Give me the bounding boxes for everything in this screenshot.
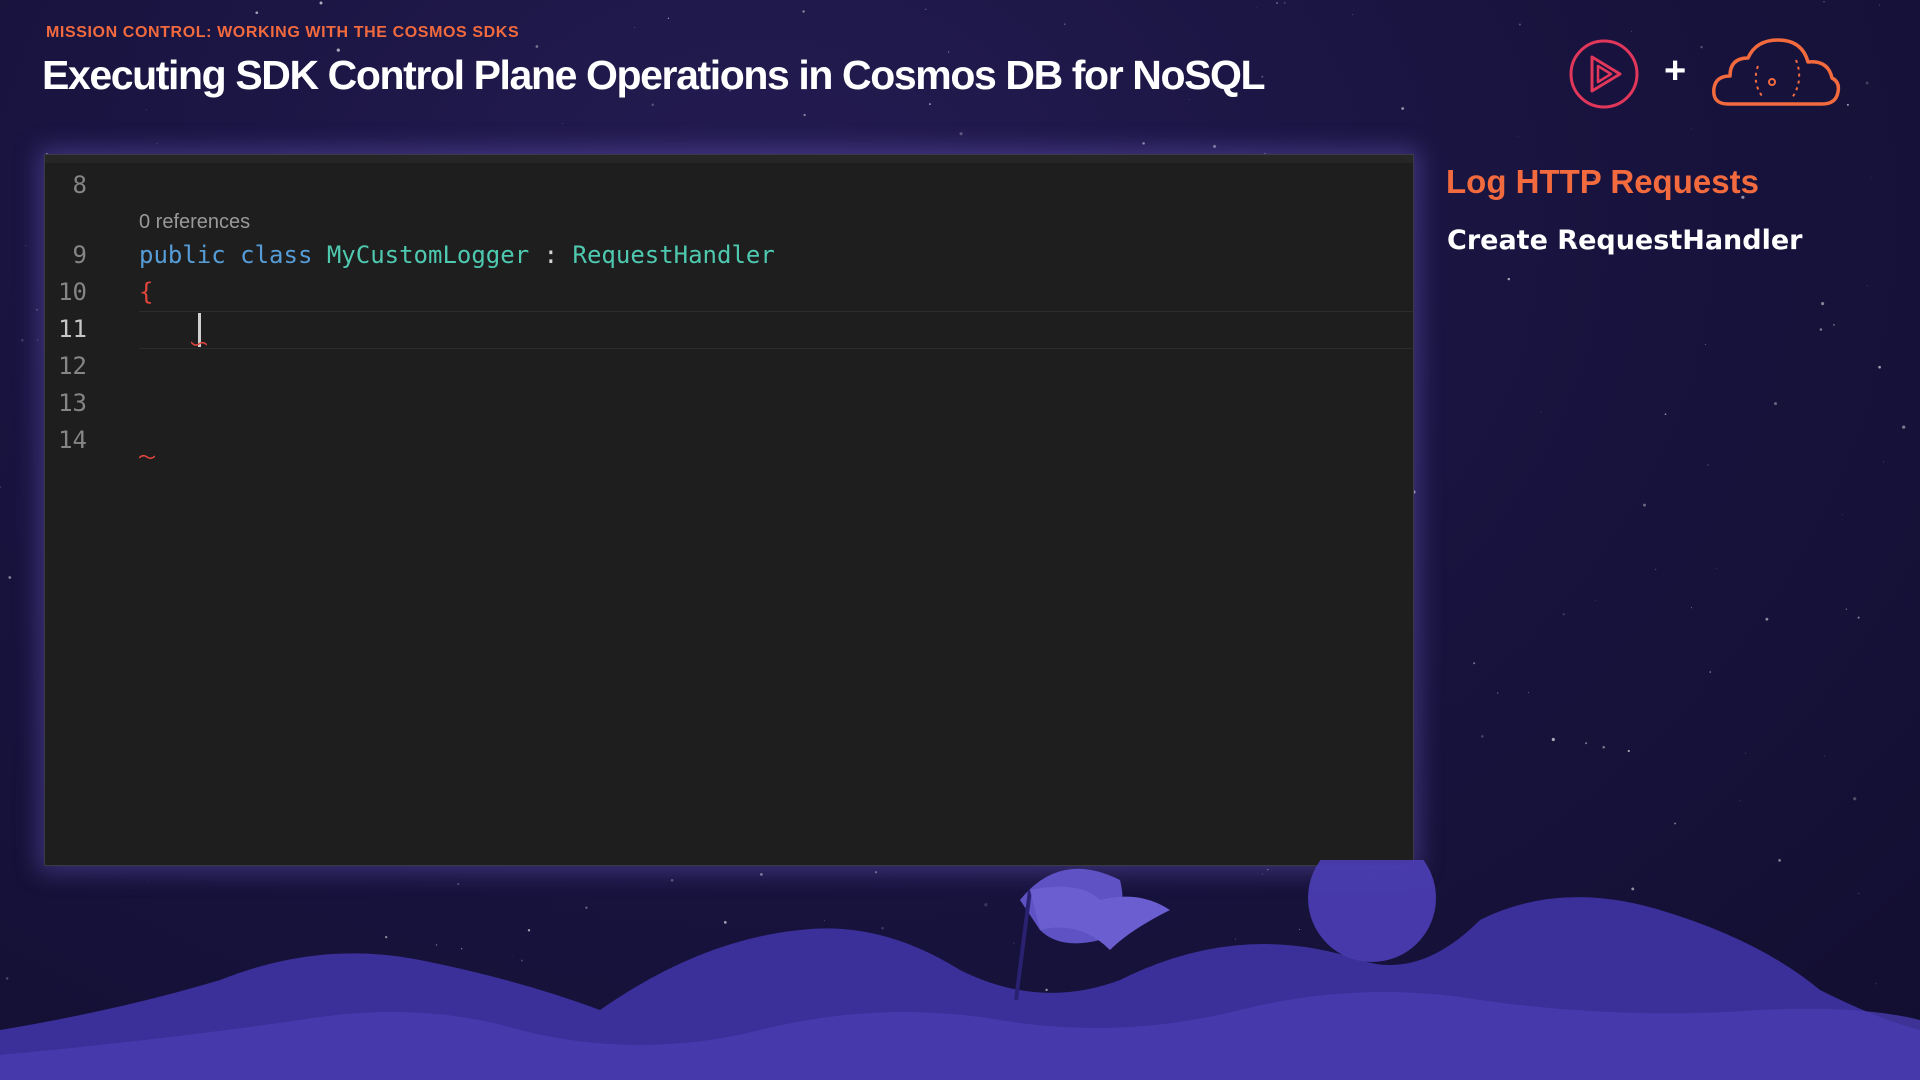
sidebar-step: Create RequestHandler (1447, 225, 1803, 256)
codelens-references[interactable]: 0 references (139, 211, 250, 234)
line-number: 10 (58, 278, 87, 306)
error-squiggle (191, 341, 207, 346)
current-line-highlight (139, 311, 1413, 349)
keyword-class: class (240, 241, 313, 269)
line-number: 8 (72, 171, 87, 199)
line-number: 12 (58, 352, 87, 380)
base-type: RequestHandler (572, 241, 775, 269)
moon-surface-illustration (0, 860, 1920, 1080)
sidebar-title: Log HTTP Requests (1446, 163, 1759, 200)
code-line-10[interactable]: { (139, 278, 153, 306)
keyword-public: public (139, 241, 226, 269)
code-editor[interactable]: 8 0 references 9 public class MyCustomLo… (44, 154, 1414, 866)
line-number: 14 (58, 426, 87, 454)
editor-top-border (45, 155, 1413, 163)
code-line-9[interactable]: public class MyCustomLogger : RequestHan… (139, 241, 775, 269)
logo-group: + (1560, 30, 1860, 120)
line-number: 13 (58, 389, 87, 417)
line-number-active: 11 (58, 315, 87, 343)
class-name: MyCustomLogger (326, 241, 530, 269)
page-title: Executing SDK Control Plane Operations i… (42, 52, 1266, 98)
colon-token: : (543, 241, 559, 269)
plus-icon: + (1664, 50, 1687, 92)
course-subtitle: MISSION CONTROL: WORKING WITH THE COSMOS… (46, 24, 520, 41)
line-number: 9 (72, 241, 87, 269)
cloud-icon (1712, 38, 1841, 106)
error-squiggle (139, 454, 155, 460)
